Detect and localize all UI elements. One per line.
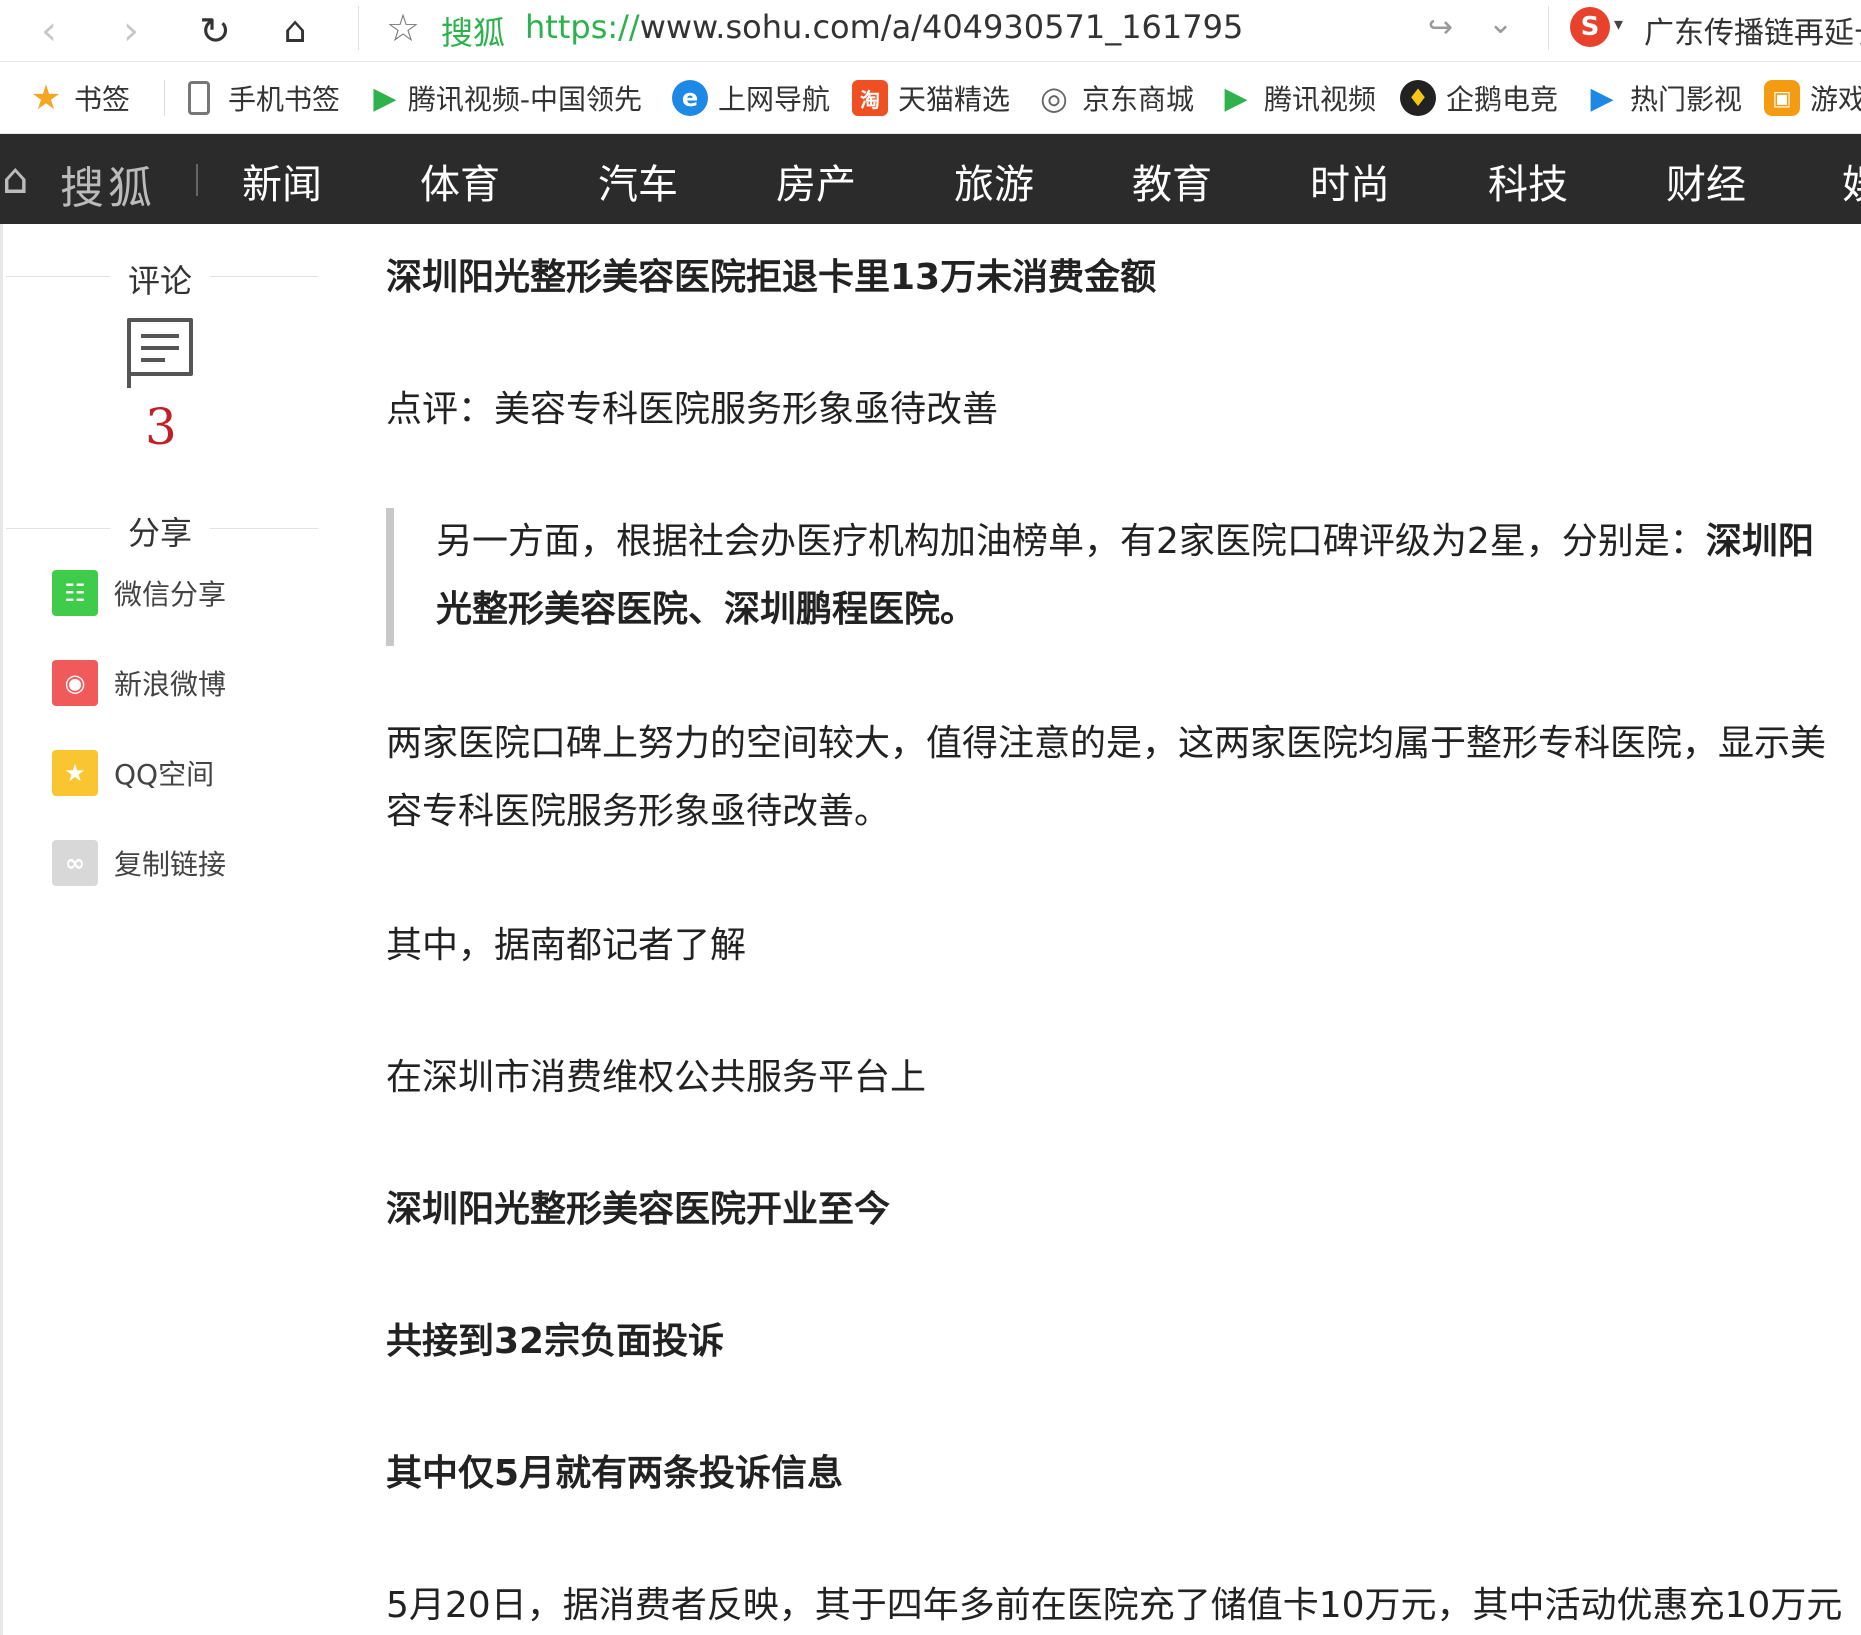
- home-icon[interactable]: ⌂: [2, 154, 29, 203]
- bookmark-label: 游戏: [1810, 83, 1861, 116]
- share-icon[interactable]: ↪: [1428, 10, 1453, 45]
- paragraph: 其中，据南都记者了解: [386, 925, 747, 966]
- chevron-down-icon[interactable]: ⌄: [1488, 6, 1513, 41]
- nav-education[interactable]: 教育: [1132, 152, 1212, 210]
- divider: [196, 164, 198, 196]
- share-label: 新浪微博: [114, 668, 227, 701]
- bookmark-item[interactable]: e 上网导航: [672, 76, 830, 120]
- bold-paragraph: 其中仅5月就有两条投诉信息: [386, 1453, 844, 1494]
- paragraph: 在深圳市消费维权公共服务平台上: [386, 1057, 927, 1098]
- sogou-search-icon[interactable]: S: [1570, 7, 1610, 47]
- bookmark-item[interactable]: ◎ 京东商城: [1036, 76, 1194, 120]
- divider: [1548, 6, 1549, 50]
- share-label: 微信分享: [114, 578, 227, 611]
- bookmark-item[interactable]: ▣ 游戏: [1764, 76, 1861, 120]
- article-heading: 深圳阳光整形美容医院拒退卡里13万未消费金额: [386, 257, 1157, 298]
- ie-icon: e: [672, 80, 708, 116]
- tmall-icon: 淘: [852, 80, 888, 116]
- bookmark-label: 腾讯视频-中国领先: [407, 83, 642, 116]
- site-logo[interactable]: 搜狐: [60, 152, 156, 216]
- bookmark-star-icon[interactable]: ☆: [386, 6, 420, 50]
- wechat-icon: ☷: [52, 570, 98, 616]
- url-scheme: https://: [525, 8, 640, 46]
- quote-bold: 深圳阳: [1705, 521, 1814, 562]
- nav-finance[interactable]: 财经: [1666, 152, 1746, 210]
- caret-down-icon[interactable]: ▾: [1614, 14, 1623, 35]
- bookmark-label: 上网导航: [718, 83, 831, 116]
- paragraph: 容专科医院服务形象亟待改善。: [386, 791, 891, 832]
- esports-icon: ♦: [1400, 80, 1436, 116]
- bookmark-label: 书签: [74, 83, 131, 116]
- share-weibo[interactable]: ◉ 新浪微博: [52, 660, 226, 706]
- bookmark-label: 热门影视: [1630, 83, 1743, 116]
- bookmark-item[interactable]: ▶ 腾讯视频: [1218, 76, 1376, 120]
- hot-search-text[interactable]: 广东传播链再延长: [1644, 8, 1861, 52]
- globe-icon: ◎: [1040, 79, 1068, 117]
- bookmark-label: 手机书签: [228, 83, 341, 116]
- back-icon[interactable]: ‹: [22, 4, 76, 58]
- weibo-icon: ◉: [52, 660, 98, 706]
- link-icon: ∞: [52, 840, 98, 886]
- bookmark-item[interactable]: ★ 书签: [28, 76, 130, 120]
- share-label: QQ空间: [114, 758, 215, 791]
- url-rest: www.sohu.com/a/404930571_161795: [639, 8, 1244, 46]
- nav-auto[interactable]: 汽车: [598, 152, 678, 210]
- site-nav: ⌂ 搜狐 新闻 体育 汽车 房产 旅游 教育 时尚 科技 财经 娱: [0, 134, 1861, 224]
- site-name: 搜狐: [441, 14, 506, 52]
- share-qzone[interactable]: ★ QQ空间: [52, 750, 214, 796]
- browser-window: ‹ › ↻ ⌂ ☆ 搜狐 https://www.sohu.com/a/4049…: [0, 0, 1861, 1635]
- nav-news[interactable]: 新闻: [242, 152, 322, 210]
- bookmark-item[interactable]: ▶ 热门影视: [1584, 76, 1742, 120]
- paragraph: 5月20日，据消费者反映，其于四年多前在医院充了储值卡10万元，其中活动优惠充1…: [386, 1585, 1843, 1626]
- address-bar: ‹ › ↻ ⌂ ☆ 搜狐 https://www.sohu.com/a/4049…: [0, 0, 1861, 62]
- bold-paragraph: 共接到32宗负面投诉: [386, 1321, 725, 1362]
- nav-house[interactable]: 房产: [776, 152, 856, 210]
- share-label: 复制链接: [114, 848, 227, 881]
- share-copy-link[interactable]: ∞ 复制链接: [52, 840, 226, 886]
- comment-icon[interactable]: [127, 318, 193, 388]
- nav-entertainment[interactable]: 娱: [1842, 152, 1861, 210]
- bookmark-label: 天猫精选: [898, 83, 1011, 116]
- tencent-video-icon: ▶: [373, 80, 397, 116]
- bookmark-label: 企鹅电竞: [1446, 83, 1559, 116]
- nav-sports[interactable]: 体育: [420, 152, 500, 210]
- bookmark-item[interactable]: ♦ 企鹅电竞: [1400, 76, 1558, 120]
- qzone-icon: ★: [52, 750, 98, 796]
- quote-text: 另一方面，根据社会办医疗机构加油榜单，有2家医院口碑评级为2星，分别是：: [436, 521, 1706, 562]
- nav-fashion[interactable]: 时尚: [1310, 152, 1390, 210]
- article-comment-line: 点评：美容专科医院服务形象亟待改善: [386, 389, 999, 430]
- url-field[interactable]: https://www.sohu.com/a/404930571_161795: [525, 8, 1243, 46]
- play-icon: ▶: [1590, 80, 1614, 116]
- quote-bold: 光整形美容医院、深圳鹏程医院。: [436, 589, 977, 630]
- share-wechat[interactable]: ☷ 微信分享: [52, 570, 226, 616]
- bookmark-item[interactable]: 手机书签: [188, 76, 340, 120]
- tencent-video-icon: ▶: [1224, 80, 1248, 116]
- bookmark-item[interactable]: ▶ 腾讯视频-中国领先: [372, 76, 642, 120]
- comment-count[interactable]: 3: [145, 398, 177, 456]
- divider: [358, 6, 359, 50]
- bold-paragraph: 深圳阳光整形美容医院开业至今: [386, 1189, 891, 1230]
- blockquote: 另一方面，根据社会办医疗机构加油榜单，有2家医院口碑评级为2星，分别是：深圳阳 …: [386, 508, 1846, 646]
- comment-section-title: 评论: [0, 256, 320, 300]
- star-icon: ★: [30, 78, 62, 118]
- divider: [164, 80, 165, 116]
- bookmarks-bar: ★ 书签 手机书签 ▶ 腾讯视频-中国领先 e 上网导航 淘 天猫精选 ◎ 京东…: [0, 62, 1861, 134]
- forward-icon[interactable]: ›: [104, 4, 158, 58]
- bookmark-label: 腾讯视频: [1264, 83, 1377, 116]
- reload-icon[interactable]: ↻: [188, 4, 242, 58]
- page-edge: [0, 224, 3, 1635]
- comment-title: 评论: [128, 262, 193, 300]
- share-section-title: 分享: [0, 508, 320, 552]
- share-title: 分享: [128, 514, 193, 552]
- paragraph: 两家医院口碑上努力的空间较大，值得注意的是，这两家医院均属于整形专科医院，显示美: [386, 723, 1827, 764]
- bookmark-label: 京东商城: [1082, 83, 1195, 116]
- nav-tech[interactable]: 科技: [1488, 152, 1568, 210]
- game-icon: ▣: [1764, 80, 1800, 116]
- home-icon[interactable]: ⌂: [268, 4, 322, 58]
- bookmark-item[interactable]: 淘 天猫精选: [852, 76, 1010, 120]
- phone-icon: [188, 81, 210, 115]
- nav-travel[interactable]: 旅游: [954, 152, 1034, 210]
